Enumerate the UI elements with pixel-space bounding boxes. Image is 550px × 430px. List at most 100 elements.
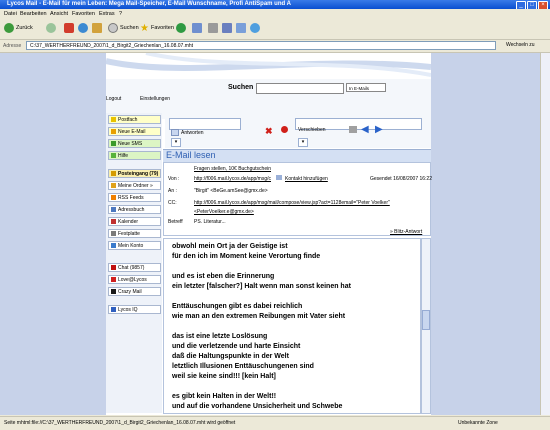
move-button[interactable]: Verschieben — [298, 127, 326, 133]
sidebar-item[interactable]: Mein Konto — [108, 241, 161, 250]
sidebar-item[interactable]: Love@Lycos — [108, 275, 161, 284]
forward-button[interactable] — [46, 22, 56, 34]
messenger-icon — [250, 23, 260, 33]
body-line: es gibt kein Halten in der Welt!! — [172, 393, 277, 400]
print-button[interactable] — [208, 22, 218, 34]
next-arrow-icon[interactable]: ▶ — [375, 124, 383, 135]
body-line: ein letzter [falscher?] Halt wenn man so… — [172, 283, 351, 290]
history-button[interactable] — [176, 22, 186, 34]
move-dropdown[interactable]: ▾ — [298, 138, 308, 147]
quick-reply-link[interactable]: » Blitz-Antwort — [390, 229, 422, 235]
refresh-icon — [78, 23, 88, 33]
sidebar-item[interactable]: Postfach — [108, 115, 161, 124]
body-line: letztlich Illusionen Enttäuschungenen si… — [172, 363, 314, 370]
sidebar-item-label: Mein Konto — [118, 242, 144, 249]
favorites-button[interactable]: ★ Favoriten — [140, 22, 174, 34]
cc-label: CC: — [168, 200, 177, 206]
sidebar-item[interactable]: RSS Feeds — [108, 193, 161, 202]
sidebar-item-icon — [111, 129, 116, 134]
from-value[interactable]: http://f006.mail.lycos.de/app/msg/c — [194, 176, 271, 182]
sidebar-item-label: Neue E-Mail — [118, 128, 146, 135]
body-line: daß die Haltungspunkte in der Welt — [172, 353, 289, 360]
sidebar-item[interactable]: Posteingang (79) — [108, 169, 161, 178]
discuss-button[interactable] — [236, 22, 246, 34]
print-message-icon[interactable] — [349, 126, 357, 133]
action-bar: Antworten ✖ Verschieben ◀ ▶ ▾ ▾ — [165, 116, 431, 148]
sidebar-item-label: Posteingang (79) — [118, 170, 159, 177]
delete-icon[interactable]: ✖ — [265, 126, 273, 137]
menu-bar: Datei Bearbeiten Ansicht Favoriten Extra… — [0, 9, 550, 18]
sidebar-item-icon — [111, 243, 116, 248]
print-icon — [208, 23, 218, 33]
stop-button[interactable] — [64, 22, 74, 34]
messenger-button[interactable] — [250, 22, 260, 34]
sidebar-item[interactable]: Festplatte — [108, 229, 161, 238]
sent-date: Gesendet 16/08/2007 16:22 — [370, 176, 432, 182]
menu-ansicht[interactable]: Ansicht — [50, 11, 68, 17]
body-line: für den ich im Moment keine Verortung fi… — [172, 253, 321, 260]
sidebar-item-label: Kalender — [118, 218, 139, 225]
security-zone: Unbekannte Zone — [458, 420, 498, 426]
mail-icon — [192, 23, 202, 33]
settings-link[interactable]: Einstellungen — [140, 96, 170, 102]
sidebar-item[interactable]: Neue SMS — [108, 139, 161, 148]
cc-value[interactable]: http://f006.mail.lycos.de/app/msg/mail/c… — [194, 200, 390, 206]
reply-icon — [171, 129, 179, 136]
history-icon — [176, 23, 186, 33]
menu-datei[interactable]: Datei — [4, 11, 17, 17]
spam-icon[interactable] — [281, 126, 288, 133]
add-contact-link[interactable]: Kontakt hinzufügen — [285, 176, 328, 182]
address-input[interactable]: C:\37_WERTHERFREUND_2007\1_d_Birgit2_Gri… — [26, 41, 496, 50]
subject-value: PS. Literatur... — [194, 219, 226, 225]
sidebar-item[interactable]: Meine Ordner » — [108, 181, 161, 190]
subject-label: Betreff — [168, 219, 183, 225]
sidebar-item-label: Festplatte — [118, 230, 140, 237]
sidebar-item[interactable]: Hilfe — [108, 151, 161, 160]
search-input[interactable] — [256, 83, 344, 94]
go-button[interactable]: Wechseln zu — [506, 42, 535, 48]
mail-button[interactable] — [192, 22, 202, 34]
edit-icon — [222, 23, 232, 33]
status-text: Seite mhtml:file://C:\37_WERTHERFREUND_2… — [4, 420, 236, 426]
sidebar-item-icon — [111, 153, 116, 158]
menu-help[interactable]: ? — [119, 11, 122, 17]
prev-arrow-icon[interactable]: ◀ — [361, 124, 369, 135]
menu-extras[interactable]: Extras — [99, 11, 115, 17]
reply-button[interactable]: Antworten — [171, 129, 204, 136]
search-button[interactable]: Suchen — [108, 22, 139, 34]
ad-link[interactable]: Fragen stellen, 10€ Buchgutschein — [194, 166, 271, 172]
sidebar-item-icon — [111, 171, 116, 176]
sidebar-item[interactable]: Adressbuch — [108, 205, 161, 214]
sidebar-item[interactable]: Lycos IQ — [108, 305, 161, 314]
cc-value-2[interactable]: <PeterVoelker.e@gmx.de> — [194, 209, 254, 215]
home-button[interactable] — [92, 22, 102, 34]
search-scope-select[interactable]: In E-Mails — [346, 83, 386, 92]
menu-bearbeiten[interactable]: Bearbeiten — [20, 11, 47, 17]
message-body: obwohl mein Ort ja der Geistige ist für d… — [163, 238, 421, 414]
sidebar-item[interactable]: Kalender — [108, 217, 161, 226]
sidebar-item-icon — [111, 207, 116, 212]
reply-dropdown[interactable]: ▾ — [171, 138, 181, 147]
refresh-button[interactable] — [78, 22, 88, 34]
edit-button[interactable] — [222, 22, 232, 34]
body-line: und auf die vorhandene Unsicherheit und … — [172, 403, 343, 410]
sidebar-item[interactable]: Neue E-Mail — [108, 127, 161, 136]
sidebar-item-label: Meine Ordner » — [118, 182, 153, 189]
page-title: E-Mail lesen — [166, 150, 216, 160]
sidebar: Postfach Neue E-Mail Neue SMS Hilfe Posteing… — [106, 113, 162, 413]
search-label: Suchen — [228, 84, 254, 91]
stop-icon — [64, 23, 74, 33]
message-scroll-thumb[interactable] — [422, 310, 430, 330]
sidebar-item[interactable]: Chat (9857) — [108, 263, 161, 272]
menu-favoriten[interactable]: Favoriten — [72, 11, 95, 17]
sidebar-item-label: Adressbuch — [118, 206, 145, 213]
forward-arrow-icon — [46, 23, 56, 33]
window-titlebar: Lycos Mail - E-Mail für mein Leben: Mega… — [0, 0, 550, 10]
back-button[interactable]: Zurück — [4, 22, 33, 34]
window-scrollbar[interactable] — [540, 53, 550, 415]
body-line: Enttäuschungen gibt es dabei reichlich — [172, 303, 303, 310]
sidebar-item[interactable]: Crazy Mail — [108, 287, 161, 296]
sidebar-item-icon — [111, 183, 116, 188]
logout-link[interactable]: Logout — [106, 96, 121, 102]
body-line: wie man an den extremen Reibungen mit Va… — [172, 313, 346, 320]
